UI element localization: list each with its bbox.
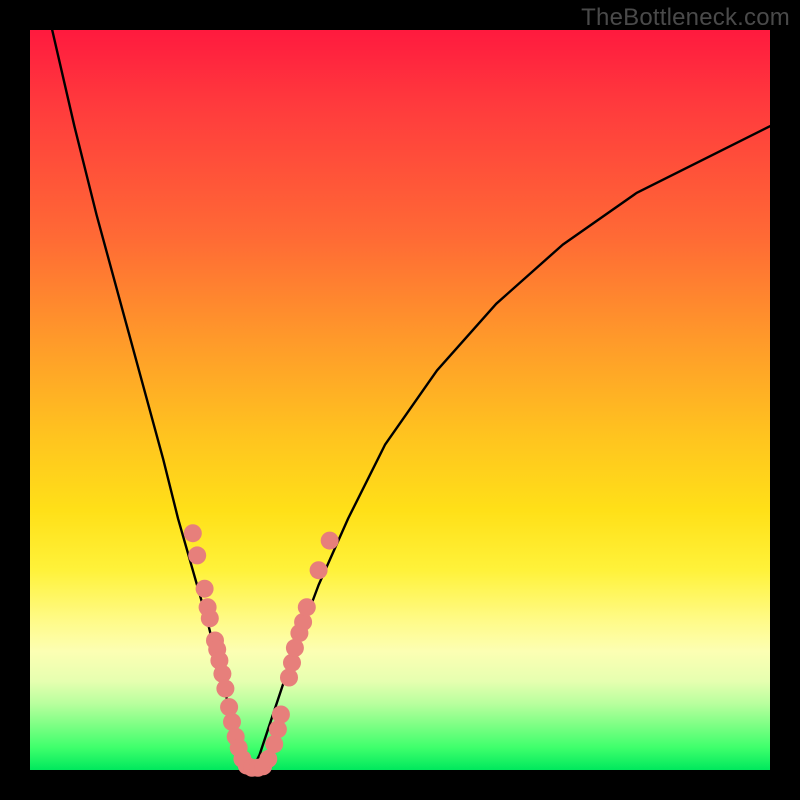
- curve-right-branch: [252, 126, 770, 770]
- data-point: [272, 706, 290, 724]
- chart-svg: [30, 30, 770, 770]
- data-point: [269, 720, 287, 738]
- data-point: [280, 669, 298, 687]
- data-point: [201, 609, 219, 627]
- plot-area: [30, 30, 770, 770]
- curve-group: [52, 30, 770, 770]
- data-point: [310, 561, 328, 579]
- data-point: [321, 532, 339, 550]
- data-point: [213, 665, 231, 683]
- chart-frame: TheBottleneck.com: [0, 0, 800, 800]
- watermark-text: TheBottleneck.com: [581, 4, 790, 32]
- scatter-group: [184, 524, 339, 777]
- data-point: [184, 524, 202, 542]
- data-point: [196, 580, 214, 598]
- data-point: [298, 598, 316, 616]
- data-point: [188, 546, 206, 564]
- data-point: [216, 680, 234, 698]
